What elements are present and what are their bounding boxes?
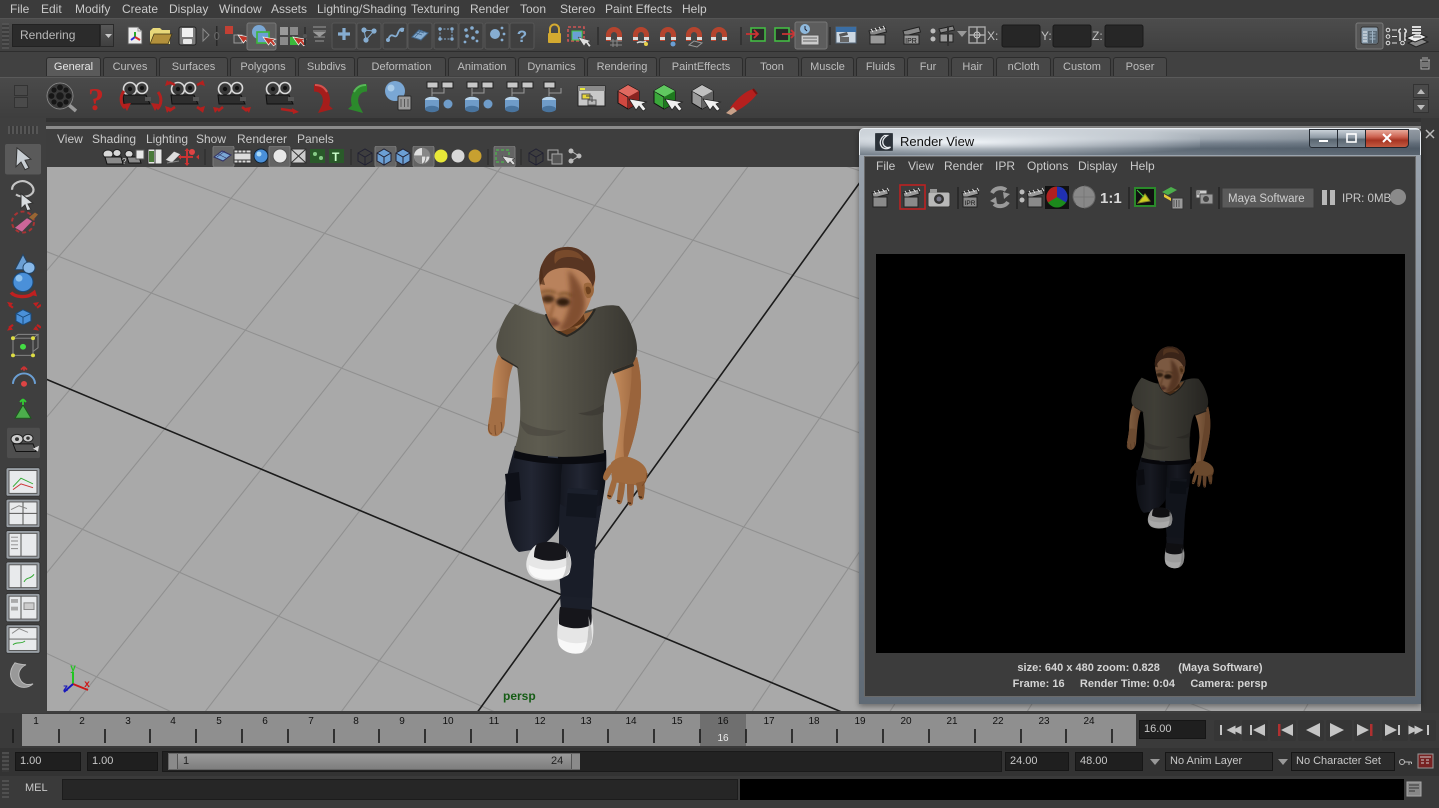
svg-text:Z:: Z: bbox=[1092, 29, 1103, 43]
svg-text:1: 1 bbox=[33, 716, 39, 727]
svg-text:3: 3 bbox=[125, 716, 131, 727]
svg-text:IPR: IPR bbox=[965, 200, 976, 207]
svg-text:16: 16 bbox=[717, 733, 729, 744]
svg-text:24: 24 bbox=[1083, 716, 1095, 727]
svg-text:11: 11 bbox=[489, 716, 500, 727]
svg-text:17: 17 bbox=[763, 716, 775, 727]
svg-text:22: 22 bbox=[992, 716, 1004, 727]
svg-text:Maya Software: Maya Software bbox=[1228, 193, 1305, 205]
svg-text:?: ? bbox=[88, 81, 104, 117]
svg-text:IPR: IPR bbox=[905, 38, 917, 45]
svg-text:?: ? bbox=[517, 27, 527, 46]
svg-text:12: 12 bbox=[534, 716, 546, 727]
svg-text:Y:: Y: bbox=[1041, 29, 1052, 43]
svg-text:4: 4 bbox=[170, 716, 176, 727]
svg-text:X:: X: bbox=[987, 29, 998, 43]
svg-text:20: 20 bbox=[900, 716, 912, 727]
svg-text:z: z bbox=[63, 683, 68, 694]
svg-text:1:1: 1:1 bbox=[1100, 190, 1122, 207]
svg-text:x: x bbox=[84, 679, 90, 690]
svg-text:2: 2 bbox=[79, 716, 85, 727]
svg-text:?: ? bbox=[122, 157, 127, 166]
svg-text:7: 7 bbox=[308, 716, 314, 727]
svg-text:14: 14 bbox=[625, 716, 637, 727]
svg-text:9: 9 bbox=[399, 716, 405, 727]
svg-text:18: 18 bbox=[808, 716, 820, 727]
svg-text:T: T bbox=[332, 150, 340, 164]
svg-text:6: 6 bbox=[262, 716, 268, 727]
svg-text:13: 13 bbox=[580, 716, 592, 727]
svg-text:persp: persp bbox=[503, 689, 536, 703]
svg-text:y: y bbox=[70, 663, 76, 674]
svg-text:5: 5 bbox=[216, 716, 222, 727]
svg-text:16: 16 bbox=[717, 716, 729, 727]
svg-text:IPR: 0MB: IPR: 0MB bbox=[1342, 193, 1392, 205]
svg-text:23: 23 bbox=[1038, 716, 1050, 727]
svg-text:15: 15 bbox=[671, 716, 683, 727]
svg-text:19: 19 bbox=[854, 716, 866, 727]
svg-text:8: 8 bbox=[353, 716, 359, 727]
svg-text:10: 10 bbox=[442, 716, 454, 727]
svg-text:21: 21 bbox=[946, 716, 958, 727]
